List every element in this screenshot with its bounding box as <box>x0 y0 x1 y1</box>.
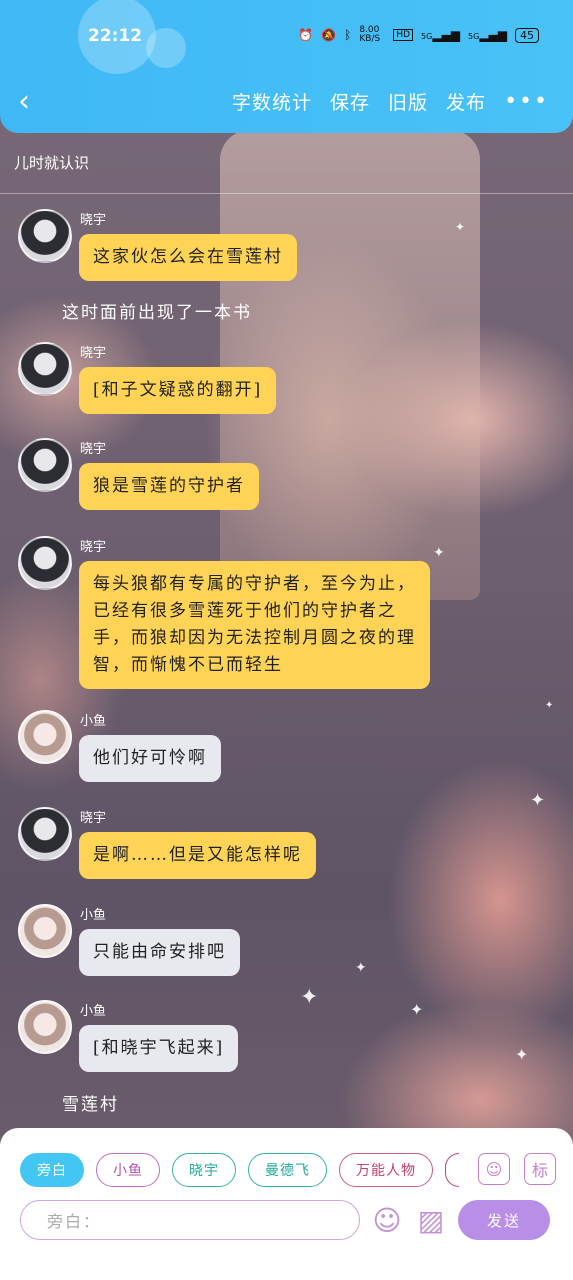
signal-icon: 5G▂▄▆ <box>468 28 507 42</box>
message-bubble[interactable]: 这家伙怎么会在雪莲村 <box>79 234 297 281</box>
save-button[interactable]: 保存 <box>330 88 370 115</box>
publish-button[interactable]: 发布 <box>446 88 486 115</box>
avatar[interactable] <box>18 209 72 263</box>
role-chip-overflow[interactable] <box>445 1153 459 1187</box>
message-bubble[interactable]: 只能由命安排吧 <box>79 929 240 976</box>
net-speed: 8.00 KB/S <box>359 25 381 44</box>
hd-badge: HD <box>393 29 414 41</box>
top-app-bar: 22:12 ⏰ 🔕 ᛒ 8.00 KB/S HD 5G▂▄▆ 5G▂▄▆ 45 … <box>0 0 573 133</box>
sender-name: 小鱼 <box>80 908 107 923</box>
avatar[interactable] <box>18 536 72 590</box>
role-chip-xiaoyu2[interactable]: 晓宇 <box>172 1153 236 1187</box>
battery-icon: 45 <box>515 27 539 43</box>
sparkle-icon: ✦ <box>515 1045 529 1064</box>
sender-name: 小鱼 <box>80 1004 107 1019</box>
avatar[interactable] <box>18 438 72 492</box>
emoji-icon[interactable]: ☺ <box>369 1202 405 1238</box>
chapter-title: 儿时就认识 <box>14 154 90 172</box>
message-bubble[interactable]: 狼是雪莲的守护者 <box>79 463 259 510</box>
message-bubble[interactable]: [和子文疑惑的翻开] <box>79 367 277 414</box>
compose-panel: 旁白 小鱼 晓宇 曼德飞 万能人物 ☺ 标 旁白： ☺ ▨ 发送 <box>0 1128 573 1280</box>
decorative-circle <box>146 28 186 68</box>
header-menu: 字数统计 保存 旧版 发布 ••• <box>232 88 549 115</box>
narration-text[interactable]: 这时面前出现了一本书 <box>62 298 252 323</box>
alarm-icon: ⏰ <box>298 28 314 42</box>
sparkle-icon: ✦ <box>455 220 466 234</box>
narration-text[interactable]: 雪莲村 <box>62 1090 119 1115</box>
sender-name: 晓宇 <box>80 346 107 361</box>
sparkle-icon: ✦ <box>410 1000 424 1019</box>
bluetooth-icon: ᛒ <box>344 28 352 42</box>
sparkle-icon: ✦ <box>545 700 554 711</box>
sender-name: 晓宇 <box>80 213 107 228</box>
person-card-icon[interactable]: ☺ <box>478 1153 510 1185</box>
avatar[interactable] <box>18 342 72 396</box>
tag-icon[interactable]: 标 <box>524 1153 556 1185</box>
sparkle-icon: ✦ <box>433 545 445 561</box>
message-bubble[interactable]: [和晓宇飞起来] <box>79 1025 239 1072</box>
word-count-button[interactable]: 字数统计 <box>232 88 312 115</box>
message-bubble[interactable]: 是啊……但是又能怎样呢 <box>79 832 316 879</box>
role-selector: 旁白 小鱼 晓宇 曼德飞 万能人物 <box>20 1153 459 1187</box>
status-time: 22:12 <box>88 26 143 46</box>
avatar[interactable] <box>18 1000 72 1054</box>
role-chip-narrator[interactable]: 旁白 <box>20 1153 84 1187</box>
sparkle-icon: ✦ <box>300 985 319 1010</box>
more-dots-icon[interactable]: ••• <box>504 89 549 114</box>
avatar[interactable] <box>18 710 72 764</box>
divider <box>0 193 573 194</box>
message-bubble[interactable]: 每头狼都有专属的守护者，至今为止，已经有很多雪莲死于他们的守护者之手，而狼却因为… <box>79 561 430 689</box>
avatar[interactable] <box>18 807 72 861</box>
sender-name: 晓宇 <box>80 540 107 555</box>
send-button[interactable]: 发送 <box>458 1200 550 1240</box>
old-version-button[interactable]: 旧版 <box>388 88 428 115</box>
sender-name: 晓宇 <box>80 811 107 826</box>
sparkle-icon: ✦ <box>355 960 367 976</box>
message-bubble[interactable]: 他们好可怜啊 <box>79 735 221 782</box>
sparkle-icon: ✦ <box>530 790 546 811</box>
role-chip-xiaoyu[interactable]: 小鱼 <box>96 1153 160 1187</box>
role-chip-universal[interactable]: 万能人物 <box>339 1153 433 1187</box>
chevron-left-icon[interactable]: ‹ <box>18 84 48 120</box>
castle-tower-image <box>220 130 480 600</box>
avatar[interactable] <box>18 904 72 958</box>
mute-icon: 🔕 <box>321 28 337 42</box>
message-input[interactable]: 旁白： <box>20 1200 360 1240</box>
sender-name: 小鱼 <box>80 714 107 729</box>
signal-icon: 5G▂▄▆ <box>421 28 461 42</box>
status-icons: ⏰ 🔕 ᛒ 8.00 KB/S HD 5G▂▄▆ 5G▂▄▆ 45 <box>298 26 539 44</box>
role-chip-mandefei[interactable]: 曼德飞 <box>248 1153 327 1187</box>
image-icon[interactable]: ▨ <box>413 1202 449 1238</box>
sender-name: 晓宇 <box>80 442 107 457</box>
